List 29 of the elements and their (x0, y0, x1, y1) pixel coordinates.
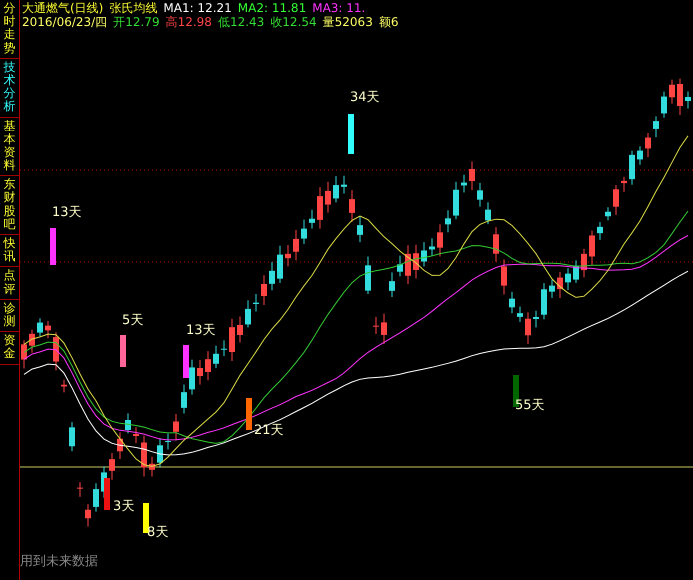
signal-label: 34天 (350, 91, 380, 105)
sidebar-tab[interactable]: 诊测 (0, 300, 19, 332)
signal-label: 21天 (254, 424, 284, 438)
quote-text: 高12.98 (166, 15, 212, 29)
quote-text: 2016/06/23/四 (22, 15, 108, 29)
quote-text: 量52063 (322, 15, 373, 29)
signal-label: 8天 (147, 526, 168, 540)
quote-text: 收12.54 (270, 15, 317, 29)
sidebar-tab[interactable]: 点评 (0, 267, 19, 300)
footer-note: 用到未来数据 (20, 553, 98, 570)
indicator-text: MA1: 12.21 (163, 1, 232, 15)
sidebar-tab[interactable]: 快讯 (0, 235, 19, 268)
indicator-text: MA2: 11.81 (238, 1, 306, 15)
indicator-text: 大通燃气(日线) (22, 1, 104, 15)
sidebar-tab[interactable]: 东财股吧 (0, 176, 19, 235)
signal-label: 13天 (186, 324, 216, 338)
sidebar-tab[interactable]: 分时走势 (0, 0, 19, 59)
signal-label: 13天 (52, 206, 82, 220)
quote-text: 开12.79 (113, 15, 160, 29)
sidebar-tab[interactable]: 技术分析 (0, 58, 19, 118)
indicator-text: 张氏均线 (109, 1, 158, 15)
sidebar-tab[interactable]: 基本资料 (0, 118, 19, 176)
quote-text: 额6 (378, 15, 398, 29)
signal-label: 55天 (515, 399, 545, 413)
signal-label: 3天 (113, 500, 134, 514)
signal-label: 5天 (122, 314, 144, 328)
indicator-text: MA3: 11. (312, 1, 366, 15)
quote-text: 低12.43 (218, 15, 264, 29)
sidebar-tab[interactable]: 资金 (0, 332, 19, 364)
